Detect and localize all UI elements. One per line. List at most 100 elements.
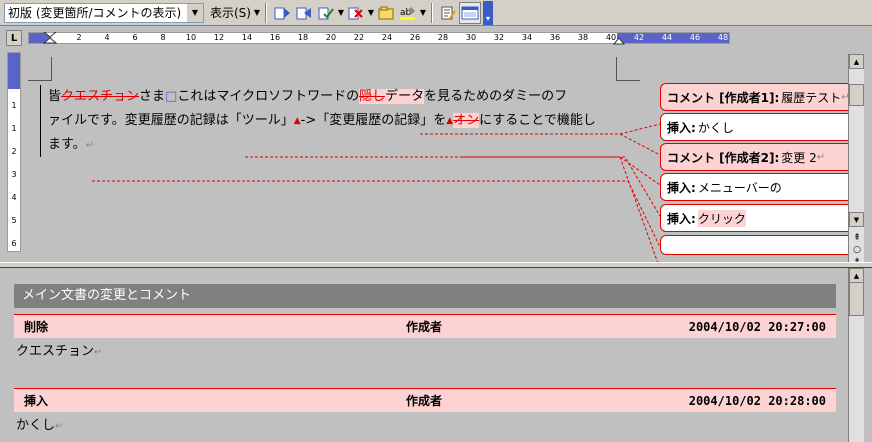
previous-change-button[interactable] [271,2,293,24]
horizontal-ruler[interactable]: 2 4 6 8 10 12 14 16 18 20 22 24 26 28 30 32 34 36 38 40 42 44… [28,32,730,45]
horizontal-ruler-row: L 2 4 6 8 10 12 14 16 18 20 22 24 26 28 30 32 34 36 38 40 42… [0,27,848,47]
revision-content[interactable]: かくし↵ [14,412,836,440]
deleted-text[interactable]: オン [453,113,480,128]
reject-change-button[interactable] [345,2,367,24]
vertical-ruler-tick-label: 5 [11,216,17,225]
text-run: これはマイクロソフトワードの [177,89,360,104]
revision-author: 作成者 [406,394,443,408]
balloon-value: メニューバーの [697,180,782,195]
text-run: ます。 [48,137,86,152]
revision-item-1[interactable]: 削除 作成者 2004/10/02 20:27:00 クエスチョン↵ [14,314,836,366]
insertion-balloon-2[interactable]: 挿入: メニューバーの [660,173,848,201]
paragraph-mark: ↵ [85,140,95,151]
toolbar-separator [430,2,433,23]
commented-text[interactable]: データ [385,89,425,104]
paragraph-mark: ↵ [94,347,103,358]
vertical-ruler-tick-label: 4 [11,193,17,202]
vertical-ruler-tick-label: 3 [11,170,17,179]
vertical-ruler-tick-label: 6 [11,239,17,248]
new-comment-icon [378,6,394,19]
text-line-3: ます。↵ [40,133,630,157]
track-changes-button[interactable] [437,2,459,24]
toolbar-options-button[interactable]: ▾ [482,0,493,25]
balloon-label: 挿入: [667,211,696,226]
text-line-2: ァイルです。変更履歴の記録は「ツール」▲->「変更履歴の記録」を▲オンにすること… [40,109,630,133]
ruler-tick-label: 2 [76,33,82,42]
chevron-down-icon[interactable]: ▼ [367,8,375,17]
reject-change-icon [348,7,363,19]
scroll-up-arrow-icon[interactable]: ▲ [849,54,864,69]
revision-content[interactable]: クエスチョン↵ [14,338,836,366]
reviewing-pane-header: メイン文書の変更とコメント [14,284,836,308]
highlight-icon: ab [399,6,415,20]
toolbar-separator [264,2,267,23]
balloon-label: コメント [作成者1]: [667,90,780,105]
previous-change-icon [274,7,290,19]
revision-item-2[interactable]: 挿入 作成者 2004/10/02 20:28:00 かくし↵ [14,388,836,440]
revision-header: 挿入 作成者 2004/10/02 20:28:00 [14,388,836,412]
vertical-ruler[interactable]: 11234567 [7,52,21,271]
crop-mark-right [616,57,640,81]
ruler-tick-label: 30 [465,33,477,42]
display-combo-value: 初版 (変更箇所/コメントの表示) [8,6,182,20]
text-run: を見るためのダミーのフ [424,89,568,104]
ruler-tick-label: 48 [717,33,729,42]
insertion-balloon-3[interactable]: 挿入: クリック [660,204,848,232]
scroll-thumb[interactable] [849,84,864,106]
revision-type: 挿入 [24,394,49,408]
text-line-1: 皆クエスチョンさま□これはマイクロソフトワードの隠しデータを見るためのダミーのフ [40,85,630,109]
chevron-down-icon[interactable]: ▼ [337,8,345,17]
show-menu-button[interactable]: 表示(S) ▼ [210,4,261,21]
insertion-balloon-1[interactable]: 挿入: かくし [660,113,848,141]
ruler-tick-label: 4 [104,33,110,42]
ruler-tick-label: 10 [185,33,197,42]
scroll-down-arrow-icon[interactable]: ▼ [849,212,864,227]
revision-author: 作成者 [406,320,443,334]
ruler-tick-label: 12 [213,33,225,42]
revision-header: 削除 作成者 2004/10/02 20:27:00 [14,314,836,338]
vertical-ruler-tick-label: 1 [11,124,17,133]
document-body[interactable]: 皆クエスチョンさま□これはマイクロソフトワードの隠しデータを見るためのダミーのフ… [40,85,630,157]
document-pane: L 2 4 6 8 10 12 14 16 18 20 22 24 26 28 30 32 34 36 38 40 42… [0,27,872,289]
paragraph-mark: ↵ [841,91,848,103]
display-for-review-combo[interactable]: 初版 (変更箇所/コメントの表示) ▼ [4,2,204,23]
ruler-tick-label: 16 [269,33,281,42]
reviewing-pane: メイン文書の変更とコメント 削除 作成者 2004/10/02 20:27:00… [0,268,848,442]
deleted-text[interactable]: 隠し [359,89,386,104]
ruler-tick-label: 14 [241,33,253,42]
new-comment-button[interactable] [375,2,397,24]
ruler-tick-label: 26 [409,33,421,42]
revision-date: 2004/10/02 20:28:00 [688,393,826,408]
previous-page-icon[interactable]: ⇞ [851,232,863,244]
scroll-thumb[interactable] [849,282,864,316]
text-run: -> [300,113,317,128]
indent-marker-icon[interactable] [43,32,57,44]
text-run: ァイルです。変更履歴の記録は「ツール」 [48,113,294,128]
deleted-text[interactable]: クエスチョン [61,89,139,104]
comment-balloon-2[interactable]: コメント [作成者2]: 変更 2 ↵ [660,143,848,171]
highlight-button[interactable]: ab [397,2,419,24]
document-page[interactable]: 皆クエスチョンさま□これはマイクロソフトワードの隠しデータを見るためのダミーのフ… [28,57,660,262]
accept-change-button[interactable] [315,2,337,24]
ruler-tick-label: 46 [689,33,701,42]
comment-balloon-1[interactable]: コメント [作成者1]: 履歴テスト ↵ [660,83,848,111]
crop-mark-left [28,57,52,81]
chevron-down-icon[interactable]: ▼ [187,3,203,22]
reviewing-toolbar: 初版 (変更箇所/コメントの表示) ▼ 表示(S) ▼ ▼ ▼ ab ▼ ▾ [0,0,872,26]
scroll-up-arrow-icon[interactable]: ▲ [849,268,864,283]
ruler-tick-label: 32 [493,33,505,42]
reviewing-pane-scrollbar[interactable]: ▲ [848,268,864,442]
ruler-tick-label: 42 [633,33,645,42]
ruler-tick-label: 44 [661,33,673,42]
reviewing-pane-button[interactable] [458,1,481,24]
ruler-tick-label: 20 [325,33,337,42]
document-vertical-scrollbar[interactable]: ▲ ▼ ⇞ ○ ⇟ [848,54,864,272]
select-browse-object-icon[interactable]: ○ [851,244,863,256]
accept-change-icon [318,7,334,19]
balloon-value: かくし [697,120,734,135]
chevron-down-icon[interactable]: ▼ [419,8,427,17]
track-changes-icon [441,6,456,19]
tab-selector[interactable]: L [6,30,22,46]
balloon-value: クリック [697,209,746,227]
next-change-button[interactable] [293,2,315,24]
